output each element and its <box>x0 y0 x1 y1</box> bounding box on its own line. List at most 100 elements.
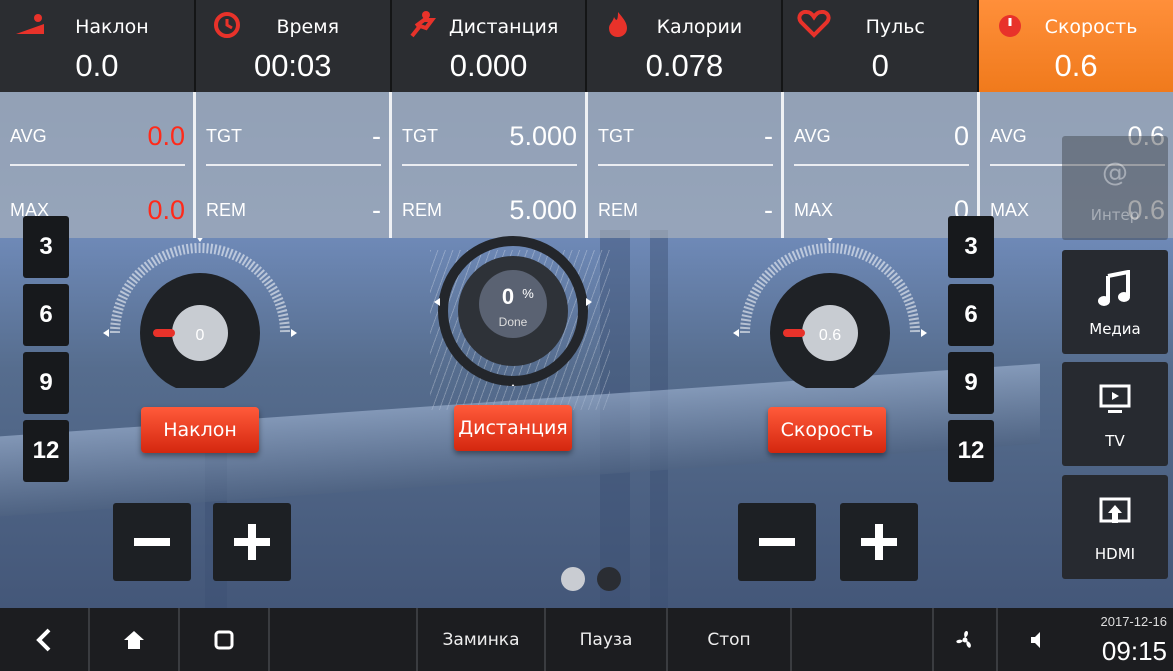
incline-increase-button[interactable] <box>213 503 291 581</box>
incline-level-button[interactable]: 12 <box>23 420 69 482</box>
stat-time[interactable]: Время 00:03 <box>196 0 392 92</box>
substat-key: AVG <box>10 125 47 146</box>
speed-level-button[interactable]: 9 <box>948 352 994 414</box>
stat-incline[interactable]: Наклон 0.0 <box>0 0 196 92</box>
speed-level-button[interactable]: 3 <box>948 216 994 278</box>
speed-level-column: 3 6 9 12 <box>948 216 994 488</box>
substat-value: - <box>372 120 381 151</box>
substat-key: TGT <box>402 125 438 146</box>
distance-gauge-unit: % <box>522 286 534 301</box>
stop-button[interactable]: Стоп <box>668 608 792 671</box>
stat-pulse[interactable]: Пульс 0 <box>783 0 980 92</box>
speed-level-button[interactable]: 6 <box>948 284 994 346</box>
distance-gauge-value: 0 <box>502 284 514 309</box>
stat-label: Наклон <box>75 16 149 38</box>
incline-button[interactable]: Наклон <box>141 407 259 453</box>
svg-text:@: @ <box>1102 158 1128 188</box>
back-button[interactable] <box>0 608 90 671</box>
internet-label: Интер <box>1090 206 1140 224</box>
substat-key: TGT <box>206 125 242 146</box>
substat-value: 5.000 <box>509 120 577 151</box>
recent-apps-icon <box>214 630 234 649</box>
substat-key: REM <box>206 199 246 220</box>
nav-spacer <box>270 608 418 671</box>
substat-key: MAX <box>794 199 834 220</box>
page-dot-active[interactable] <box>561 567 585 591</box>
stat-value: 0.6 <box>1054 48 1098 83</box>
internet-icon: @ <box>1102 158 1128 188</box>
incline-gauge: 0 <box>103 238 297 388</box>
substat-calories: TGT - REM - <box>588 92 784 238</box>
back-arrow-icon <box>36 628 51 651</box>
stat-label: Пульс <box>865 16 925 38</box>
substat-key: REM <box>402 199 442 220</box>
substat-value: 0.0 <box>147 120 185 151</box>
incline-level-button[interactable]: 9 <box>23 352 69 414</box>
hdmi-icon <box>1099 497 1131 523</box>
substat-distance: TGT 5.000 REM 5.000 <box>392 92 588 238</box>
bottom-navigation-bar: Заминка Пауза Стоп <box>0 608 1173 671</box>
fan-icon <box>956 630 971 648</box>
stats-bar: Наклон 0.0 Время 00:03 Дистанция 0.000 К… <box>0 0 1173 92</box>
stat-label: Время <box>276 16 340 38</box>
pause-button[interactable]: Пауза <box>546 608 668 671</box>
stat-value: 0.078 <box>645 48 724 83</box>
substat-value: 5.000 <box>509 194 577 225</box>
incline-level-column: 3 6 9 12 <box>23 216 69 488</box>
incline-decrease-button[interactable] <box>113 503 191 581</box>
stat-distance[interactable]: Дистанция 0.000 <box>392 0 588 92</box>
distance-gauge: 0 % Done <box>434 236 592 386</box>
stat-value: 00:03 <box>253 48 332 83</box>
distance-gauge-sub: Done <box>499 315 528 329</box>
volume-button[interactable] <box>998 608 1078 671</box>
music-icon <box>1098 270 1130 306</box>
substat-value: - <box>764 120 773 151</box>
home-icon <box>124 630 144 649</box>
tv-button[interactable]: TV <box>1062 362 1168 466</box>
substat-value: 0 <box>953 120 969 151</box>
plus-icon <box>234 524 270 560</box>
nav-spacer <box>792 608 934 671</box>
minus-icon <box>759 538 795 546</box>
internet-button[interactable]: @ Интер <box>1062 136 1168 240</box>
substat-time: TGT - REM - <box>196 92 392 238</box>
stat-value: 0.0 <box>75 48 119 83</box>
speed-gauge-value: 0.6 <box>819 327 841 344</box>
stat-label: Дистанция <box>448 16 559 38</box>
cooldown-button[interactable]: Заминка <box>418 608 546 671</box>
fan-button[interactable] <box>934 608 998 671</box>
home-button[interactable] <box>90 608 180 671</box>
stat-calories[interactable]: Калории 0.078 <box>587 0 784 92</box>
incline-gauge-value: 0 <box>196 327 205 344</box>
incline-level-button[interactable]: 3 <box>23 216 69 278</box>
time-text: 09:15 <box>1101 636 1167 666</box>
stat-speed[interactable]: Скорость 0.6 <box>979 0 1173 92</box>
substat-key: AVG <box>794 125 831 146</box>
stat-value: 0.000 <box>449 48 528 83</box>
tv-label: TV <box>1105 432 1125 450</box>
speed-level-button[interactable]: 12 <box>948 420 994 482</box>
substats-panel: AVG 0.0 MAX 0.0 TGT - REM - TGT 5.000 REM 5.00… <box>0 92 1173 238</box>
stat-label: Калории <box>656 16 743 38</box>
speed-gauge: 0.6 <box>733 238 927 388</box>
clock-display: 2017-12-16 09:15 <box>1077 608 1168 671</box>
distance-button[interactable]: Дистанция <box>454 405 572 451</box>
substat-value: - <box>764 194 773 225</box>
minus-icon <box>134 538 170 546</box>
media-label: Медиа <box>1089 320 1141 338</box>
speed-button[interactable]: Скорость <box>768 407 886 453</box>
stat-label: Скорость <box>1044 16 1138 38</box>
stat-value: 0 <box>871 48 889 83</box>
incline-level-button[interactable]: 6 <box>23 284 69 346</box>
substat-value: 0.0 <box>147 194 185 225</box>
volume-icon <box>1031 631 1040 648</box>
page-dot[interactable] <box>597 567 621 591</box>
substat-value: - <box>372 194 381 225</box>
hdmi-button[interactable]: HDMI <box>1062 475 1168 579</box>
speed-decrease-button[interactable] <box>738 503 816 581</box>
page-indicator <box>561 567 621 591</box>
recent-apps-button[interactable] <box>180 608 270 671</box>
media-button[interactable]: Медиа <box>1062 250 1168 354</box>
speed-increase-button[interactable] <box>840 503 918 581</box>
plus-icon <box>861 524 897 560</box>
